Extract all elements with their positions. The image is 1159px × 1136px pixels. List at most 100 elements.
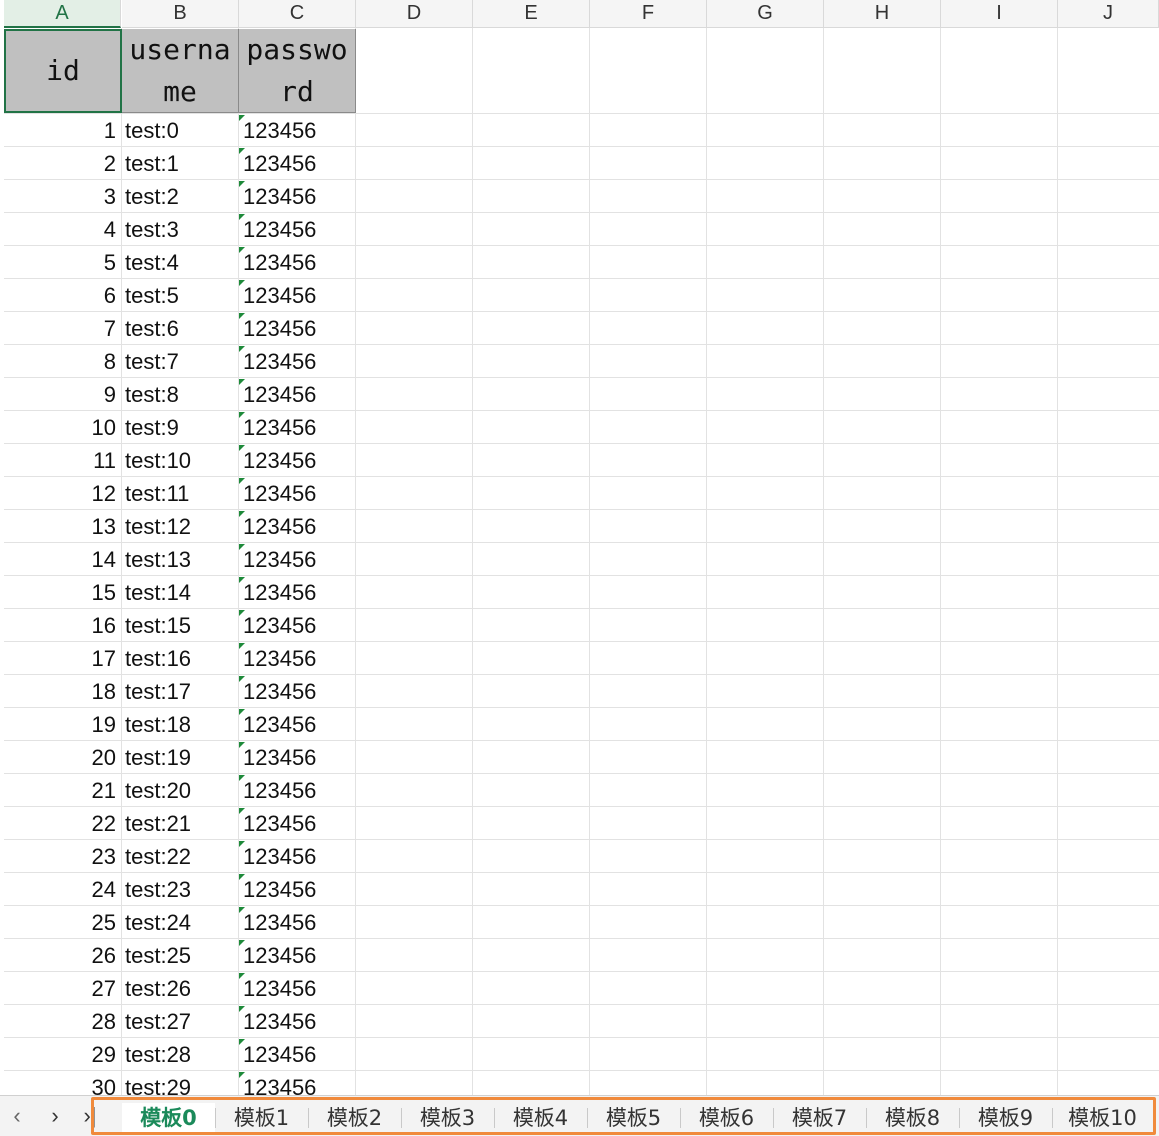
cell-id[interactable]: 30 xyxy=(4,1071,116,1095)
column-header-e[interactable]: E xyxy=(473,0,590,28)
cell-id[interactable]: 19 xyxy=(4,708,116,741)
header-cell-password[interactable]: password xyxy=(239,29,356,113)
cell-username[interactable]: test:20 xyxy=(125,774,191,807)
cell-id[interactable]: 21 xyxy=(4,774,116,807)
cell-username[interactable]: test:23 xyxy=(125,873,191,906)
cell-id[interactable]: 23 xyxy=(4,840,116,873)
cell-username[interactable]: test:2 xyxy=(125,180,179,213)
cell-id[interactable]: 11 xyxy=(4,444,116,477)
sheet-tab-6[interactable]: 模板6 xyxy=(680,1103,773,1132)
column-header-c[interactable]: C xyxy=(239,0,356,28)
cell-username[interactable]: test:7 xyxy=(125,345,179,378)
cell-username[interactable]: test:6 xyxy=(125,312,179,345)
sheet-tab-10[interactable]: 模板10 xyxy=(1052,1103,1153,1132)
cell-password[interactable]: 123456 xyxy=(243,840,316,873)
cell-password[interactable]: 123456 xyxy=(243,1071,316,1095)
cell-id[interactable]: 22 xyxy=(4,807,116,840)
cell-id[interactable]: 25 xyxy=(4,906,116,939)
cell-id[interactable]: 26 xyxy=(4,939,116,972)
cell-id[interactable]: 15 xyxy=(4,576,116,609)
sheet-tab-7[interactable]: 模板7 xyxy=(773,1103,866,1132)
column-header-g[interactable]: G xyxy=(707,0,824,28)
cell-id[interactable]: 8 xyxy=(4,345,116,378)
cell-password[interactable]: 123456 xyxy=(243,510,316,543)
cell-username[interactable]: test:21 xyxy=(125,807,191,840)
sheet-tab-1[interactable]: 模板1 xyxy=(215,1103,308,1132)
cell-id[interactable]: 4 xyxy=(4,213,116,246)
cell-username[interactable]: test:0 xyxy=(125,114,179,147)
cell-id[interactable]: 27 xyxy=(4,972,116,1005)
cell-password[interactable]: 123456 xyxy=(243,213,316,246)
cell-password[interactable]: 123456 xyxy=(243,1005,316,1038)
cell-username[interactable]: test:3 xyxy=(125,213,179,246)
sheet-tab-8[interactable]: 模板8 xyxy=(866,1103,959,1132)
cell-id[interactable]: 29 xyxy=(4,1038,116,1071)
cell-username[interactable]: test:14 xyxy=(125,576,191,609)
cell-username[interactable]: test:1 xyxy=(125,147,179,180)
column-header-d[interactable]: D xyxy=(356,0,473,28)
cell-username[interactable]: test:29 xyxy=(125,1071,191,1095)
sheet-tab-3[interactable]: 模板3 xyxy=(401,1103,494,1132)
cell-password[interactable]: 123456 xyxy=(243,642,316,675)
cell-id[interactable]: 3 xyxy=(4,180,116,213)
cell-id[interactable]: 5 xyxy=(4,246,116,279)
cell-username[interactable]: test:4 xyxy=(125,246,179,279)
cell-username[interactable]: test:13 xyxy=(125,543,191,576)
cell-username[interactable]: test:8 xyxy=(125,378,179,411)
header-cell-id[interactable]: id xyxy=(4,29,122,113)
spreadsheet-grid[interactable]: ABCDEFGHIJ id username password 1 test:0 123… xyxy=(0,0,1159,1095)
cell-password[interactable]: 123456 xyxy=(243,807,316,840)
cell-id[interactable]: 28 xyxy=(4,1005,116,1038)
cell-id[interactable]: 12 xyxy=(4,477,116,510)
cell-password[interactable]: 123456 xyxy=(243,939,316,972)
sheet-tab-4[interactable]: 模板4 xyxy=(494,1103,587,1132)
column-header-f[interactable]: F xyxy=(590,0,707,28)
column-header-a[interactable]: A xyxy=(4,0,121,28)
cell-password[interactable]: 123456 xyxy=(243,906,316,939)
prev-sheet-button[interactable]: ‹ xyxy=(4,1100,30,1132)
cell-username[interactable]: test:11 xyxy=(125,477,189,510)
cell-username[interactable]: test:25 xyxy=(125,939,191,972)
cell-id[interactable]: 14 xyxy=(4,543,116,576)
cell-username[interactable]: test:17 xyxy=(125,675,191,708)
cell-username[interactable]: test:15 xyxy=(125,609,191,642)
cell-password[interactable]: 123456 xyxy=(243,147,316,180)
cell-id[interactable]: 24 xyxy=(4,873,116,906)
cell-password[interactable]: 123456 xyxy=(243,708,316,741)
cell-username[interactable]: test:19 xyxy=(125,741,191,774)
cell-password[interactable]: 123456 xyxy=(243,279,316,312)
cell-id[interactable]: 2 xyxy=(4,147,116,180)
cell-id[interactable]: 18 xyxy=(4,675,116,708)
next-sheet-button[interactable]: › xyxy=(42,1100,68,1132)
cell-id[interactable]: 7 xyxy=(4,312,116,345)
cell-id[interactable]: 6 xyxy=(4,279,116,312)
cell-password[interactable]: 123456 xyxy=(243,246,316,279)
cell-password[interactable]: 123456 xyxy=(243,741,316,774)
cell-id[interactable]: 17 xyxy=(4,642,116,675)
cell-password[interactable]: 123456 xyxy=(243,180,316,213)
sheet-tab-2[interactable]: 模板2 xyxy=(308,1103,401,1132)
cell-id[interactable]: 10 xyxy=(4,411,116,444)
cell-password[interactable]: 123456 xyxy=(243,378,316,411)
sheet-tab-9[interactable]: 模板9 xyxy=(959,1103,1052,1132)
column-header-b[interactable]: B xyxy=(122,0,239,28)
cell-username[interactable]: test:24 xyxy=(125,906,191,939)
column-header-j[interactable]: J xyxy=(1058,0,1159,28)
cell-username[interactable]: test:10 xyxy=(125,444,191,477)
cell-id[interactable]: 20 xyxy=(4,741,116,774)
cell-password[interactable]: 123456 xyxy=(243,477,316,510)
cell-id[interactable]: 13 xyxy=(4,510,116,543)
cell-password[interactable]: 123456 xyxy=(243,543,316,576)
column-header-i[interactable]: I xyxy=(941,0,1058,28)
cell-password[interactable]: 123456 xyxy=(243,972,316,1005)
cell-id[interactable]: 9 xyxy=(4,378,116,411)
cell-username[interactable]: test:12 xyxy=(125,510,191,543)
cell-username[interactable]: test:5 xyxy=(125,279,179,312)
cell-username[interactable]: test:27 xyxy=(125,1005,191,1038)
cell-password[interactable]: 123456 xyxy=(243,411,316,444)
cell-password[interactable]: 123456 xyxy=(243,1038,316,1071)
cell-password[interactable]: 123456 xyxy=(243,576,316,609)
cell-id[interactable]: 1 xyxy=(4,114,116,147)
sheet-tab-5[interactable]: 模板5 xyxy=(587,1103,680,1132)
cell-password[interactable]: 123456 xyxy=(243,675,316,708)
